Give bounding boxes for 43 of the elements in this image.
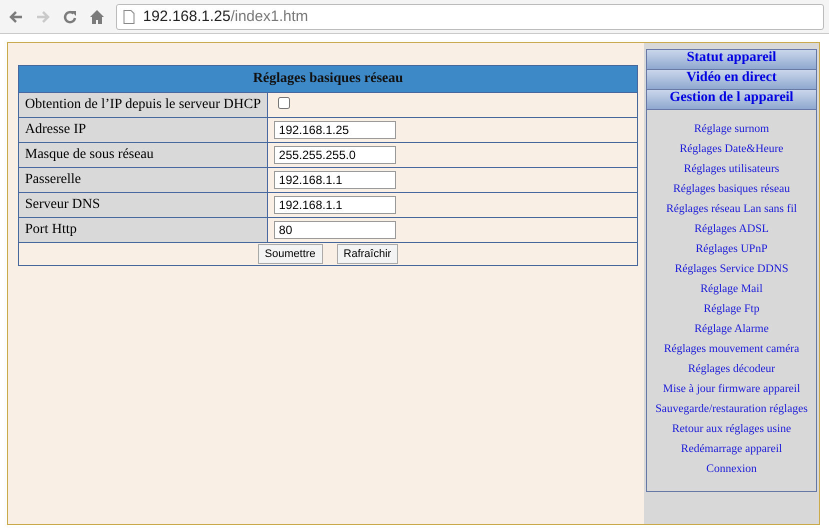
url-path: /index1.htm xyxy=(230,8,308,25)
field-label: Serveur DNS xyxy=(18,192,268,218)
section-tab[interactable]: Statut appareil xyxy=(647,50,816,70)
field-label: Adresse IP xyxy=(18,118,268,142)
section-tab[interactable]: Vidéo en direct xyxy=(647,70,816,90)
input-field[interactable]: 192.168.1.25 xyxy=(274,121,396,139)
back-icon[interactable] xyxy=(8,8,24,24)
home-icon[interactable] xyxy=(89,8,105,24)
sidebar-link[interactable]: Réglages ADSL xyxy=(694,219,769,239)
sidebar-link[interactable]: Réglages réseau Lan sans fil xyxy=(666,199,797,219)
sidebar-link[interactable]: Redémarrage appareil xyxy=(680,439,782,459)
field-label: Obtention de l’IP depuis le serveur DHCP xyxy=(18,92,268,118)
address-bar[interactable]: 192.168.1.25/index1.htm xyxy=(116,4,824,30)
section-tab[interactable]: Gestion de l appareil xyxy=(647,90,816,110)
input-field[interactable]: 192.168.1.1 xyxy=(274,196,396,214)
reload-icon[interactable] xyxy=(62,8,78,24)
field-label: Port Http xyxy=(18,218,268,242)
sidebar-link[interactable]: Retour aux réglages usine xyxy=(672,419,792,439)
sidebar-link[interactable]: Réglage Alarme xyxy=(694,319,769,339)
form-title: Réglages basiques réseau xyxy=(18,66,638,92)
sidebar-link[interactable]: Réglages UPnP xyxy=(696,239,768,259)
sidebar-link[interactable]: Réglage Ftp xyxy=(704,299,760,319)
form-button[interactable]: Rafraîchir xyxy=(336,244,398,264)
input-field[interactable]: 192.168.1.1 xyxy=(274,171,396,189)
input-field[interactable]: 80 xyxy=(274,221,396,239)
sidebar-link[interactable]: Réglages basiques réseau xyxy=(673,179,790,199)
input-field[interactable]: 255.255.255.0 xyxy=(274,146,396,164)
sidebar-link[interactable]: Réglages mouvement caméra xyxy=(664,339,800,359)
field-label: Masque de sous réseau xyxy=(18,142,268,168)
page-icon xyxy=(123,10,135,24)
sidebar-link[interactable]: Sauvegarde/restauration réglages xyxy=(655,399,808,419)
sidebar-link[interactable]: Réglage Mail xyxy=(700,279,763,299)
sidebar-link[interactable]: Réglages décodeur xyxy=(688,359,776,379)
form-button[interactable]: Soumettre xyxy=(258,244,323,264)
dhcp-checkbox[interactable] xyxy=(278,96,290,108)
sidebar-link[interactable]: Réglages Date&Heure xyxy=(680,139,784,159)
url-host: 192.168.1.25 xyxy=(143,8,231,25)
sidebar-link[interactable]: Réglages Service DDNS xyxy=(674,259,788,279)
sidebar-link[interactable]: Réglage surnom xyxy=(694,119,770,139)
sidebar-link[interactable]: Connexion xyxy=(706,459,757,479)
sidebar-link[interactable]: Réglages utilisateurs xyxy=(684,159,780,179)
sidebar-link[interactable]: Mise à jour firmware appareil xyxy=(662,379,800,399)
field-label: Passerelle xyxy=(18,168,268,192)
